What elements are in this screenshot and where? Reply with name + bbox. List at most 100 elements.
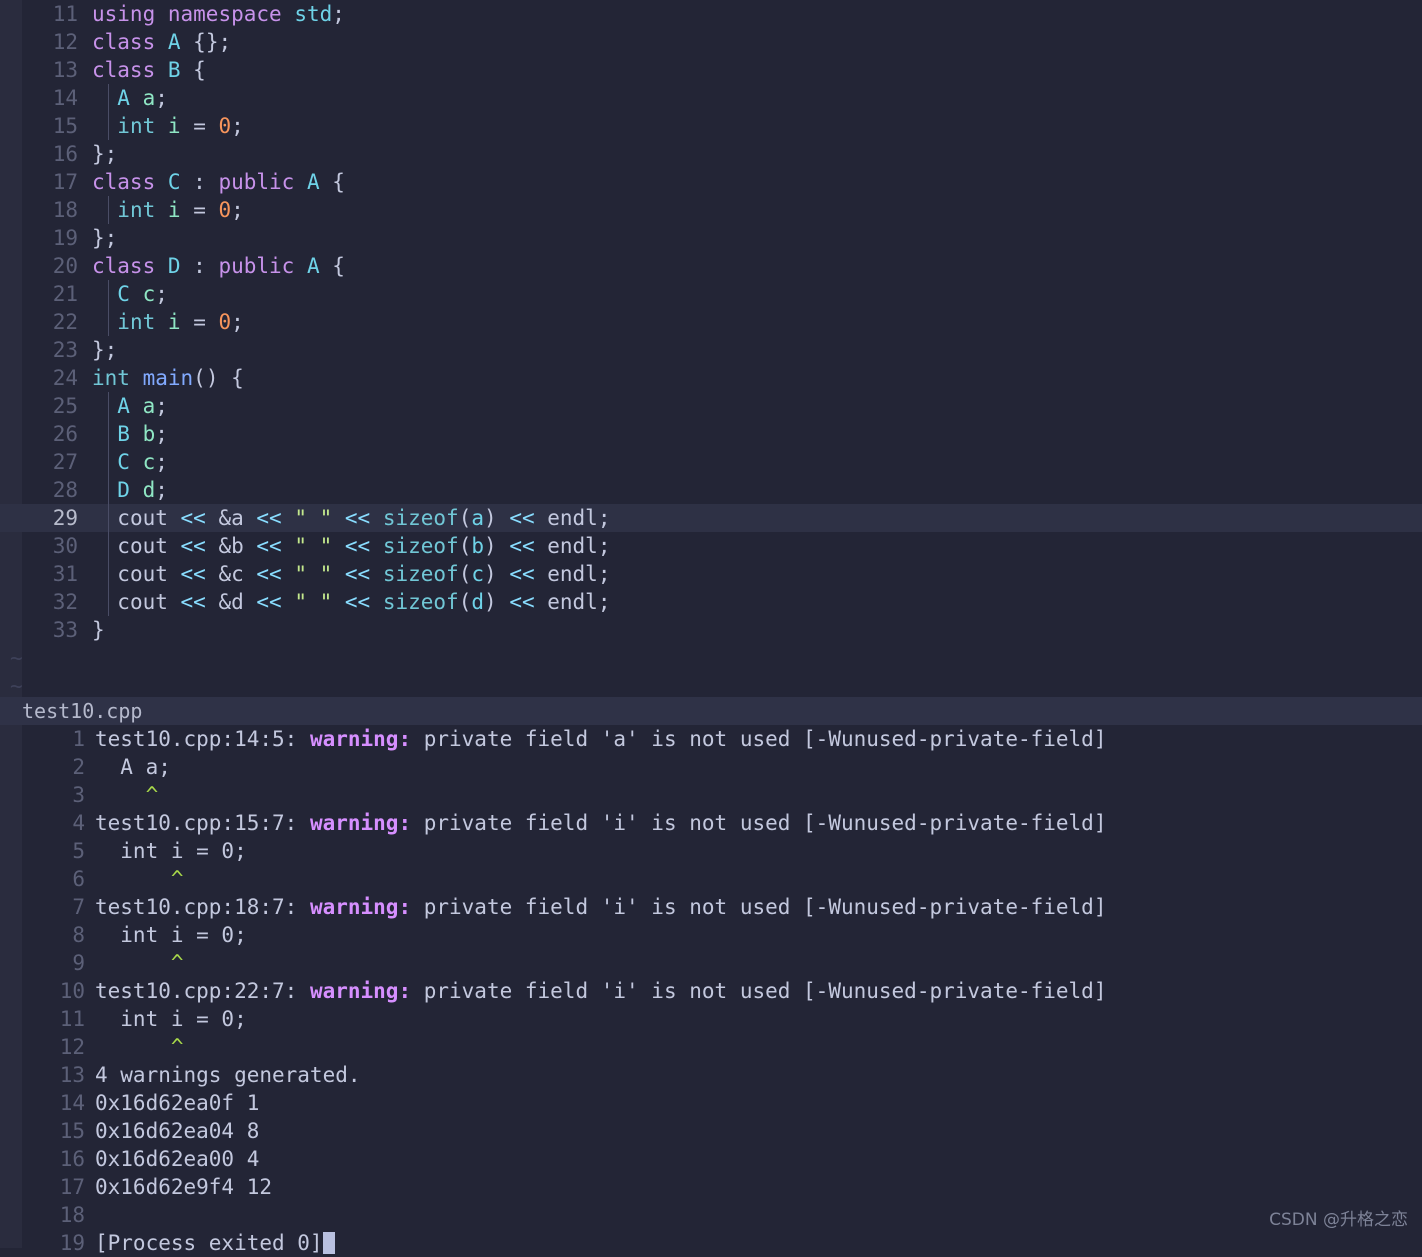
terminal-line-number: 18 [0,1201,85,1229]
terminal-line[interactable]: 7test10.cpp:18:7: warning: private field… [0,893,1422,921]
code-line[interactable]: 11using namespace std; [0,0,1422,28]
code-line[interactable]: 17class C : public A { [0,168,1422,196]
terminal-line[interactable]: 9 ^ [0,949,1422,977]
terminal-line[interactable]: 2 A a; [0,753,1422,781]
code-token: : [181,254,219,278]
terminal-line[interactable]: 150x16d62ea04 8 [0,1117,1422,1145]
code-token: using [92,2,155,26]
code-token: { [181,58,206,82]
code-token: D [117,478,130,502]
code-line-text: }; [92,140,117,168]
terminal-line[interactable]: 11 int i = 0; [0,1005,1422,1033]
code-line[interactable]: 15 int i = 0; [0,112,1422,140]
code-token: b [143,422,156,446]
code-token: << [332,562,383,586]
terminal-line[interactable]: 1test10.cpp:14:5: warning: private field… [0,725,1422,753]
terminal-line[interactable]: 140x16d62ea0f 1 [0,1089,1422,1117]
terminal-line-number: 3 [0,781,85,809]
terminal-text-segment: ^ [95,783,158,807]
terminal-line[interactable]: 170x16d62e9f4 12 [0,1173,1422,1201]
terminal-output-pane[interactable]: 1test10.cpp:14:5: warning: private field… [0,725,1422,1248]
editor-empty-tilde-zone: ~~ [0,644,1422,697]
code-line[interactable]: 12class A {}; [0,28,1422,56]
code-line[interactable]: 23}; [0,336,1422,364]
code-token [92,422,117,446]
terminal-text-segment: 0x16d62ea00 4 [95,1147,259,1171]
code-token: C [117,282,130,306]
code-line[interactable]: 31 cout << &c << " " << sizeof(c) << end… [0,560,1422,588]
terminal-line-list[interactable]: 1test10.cpp:14:5: warning: private field… [0,725,1422,1257]
code-token: cout [117,506,168,530]
terminal-line[interactable]: 12 ^ [0,1033,1422,1061]
code-line[interactable]: 16}; [0,140,1422,168]
editor-status-bar[interactable]: test10.cpp [0,697,1422,725]
terminal-line-number: 16 [0,1145,85,1173]
code-line[interactable]: 27 C c; [0,448,1422,476]
code-token: &c [218,562,243,586]
code-token: ( [459,506,472,530]
code-line[interactable]: 25 A a; [0,392,1422,420]
code-token [155,58,168,82]
terminal-line[interactable]: 6 ^ [0,865,1422,893]
code-line-text: cout << &a << " " << sizeof(a) << endl; [92,504,610,532]
code-line[interactable]: 24int main() { [0,364,1422,392]
code-line[interactable]: 28 D d; [0,476,1422,504]
terminal-text-segment: test10.cpp:14:5: [95,727,310,751]
code-token: << [168,562,219,586]
terminal-line[interactable]: 10test10.cpp:22:7: warning: private fiel… [0,977,1422,1005]
code-line-number: 31 [0,560,78,588]
terminal-text-segment: 0x16d62ea0f 1 [95,1091,259,1115]
terminal-text-segment: private field 'i' is not used [-Wunused-… [411,811,1106,835]
terminal-line[interactable]: 19[Process exited 0] [0,1229,1422,1257]
terminal-line[interactable]: 18 [0,1201,1422,1229]
terminal-line[interactable]: 16 0x16d62ea00 4 [0,1145,1422,1173]
code-token: ; [231,310,244,334]
code-line[interactable]: 20class D : public A { [0,252,1422,280]
terminal-text-segment: private field 'i' is not used [-Wunused-… [411,895,1106,919]
code-token: 0 [218,114,231,138]
code-token: { [320,254,345,278]
code-token: = [181,198,219,222]
code-line[interactable]: 22 int i = 0; [0,308,1422,336]
code-line-number: 18 [0,196,78,224]
terminal-text-segment: A a; [95,755,171,779]
code-token: ) [484,562,497,586]
code-line[interactable]: 30 cout << &b << " " << sizeof(b) << end… [0,532,1422,560]
code-line[interactable]: 26 B b; [0,420,1422,448]
terminal-line[interactable]: 8 int i = 0; [0,921,1422,949]
code-line[interactable]: 19}; [0,224,1422,252]
code-line[interactable]: 13class B { [0,56,1422,84]
code-line-number: 19 [0,224,78,252]
code-token: ) [484,590,497,614]
code-line[interactable]: 18 int i = 0; [0,196,1422,224]
terminal-line[interactable]: 5 int i = 0; [0,837,1422,865]
terminal-text-segment: warning: [310,895,411,919]
terminal-line[interactable]: 4test10.cpp:15:7: warning: private field… [0,809,1422,837]
code-token [294,170,307,194]
code-line[interactable]: 33} [0,616,1422,644]
terminal-text-segment: 4 warnings generated. [95,1063,361,1087]
code-line[interactable]: 21 C c; [0,280,1422,308]
code-token: ( [459,562,472,586]
terminal-line-text: int i = 0; [95,837,247,865]
terminal-text-segment: int i = 0; [95,923,247,947]
terminal-line[interactable]: 3 ^ [0,781,1422,809]
code-token: () { [193,366,244,390]
code-token: ; [598,590,611,614]
code-token: cout [117,534,168,558]
code-line[interactable]: 14 A a; [0,84,1422,112]
csdn-watermark: CSDN @升格之恋 [1269,1205,1408,1230]
code-token: class [92,254,155,278]
code-line[interactable]: 32 cout << &d << " " << sizeof(d) << end… [0,588,1422,616]
terminal-line-text: ^ [95,865,184,893]
code-token [155,310,168,334]
terminal-line-text: int i = 0; [95,921,247,949]
code-editor-pane[interactable]: 11using namespace std;12class A {};13cla… [0,0,1422,697]
code-token [92,394,117,418]
code-line-list[interactable]: 11using namespace std;12class A {};13cla… [0,0,1422,644]
code-token: class [92,170,155,194]
terminal-line[interactable]: 134 warnings generated. [0,1061,1422,1089]
code-line[interactable]: 29 cout << &a << " " << sizeof(a) << end… [0,504,1422,532]
terminal-text-segment: 0x16d62ea04 8 [95,1119,259,1143]
terminal-line-number: 17 [0,1173,85,1201]
